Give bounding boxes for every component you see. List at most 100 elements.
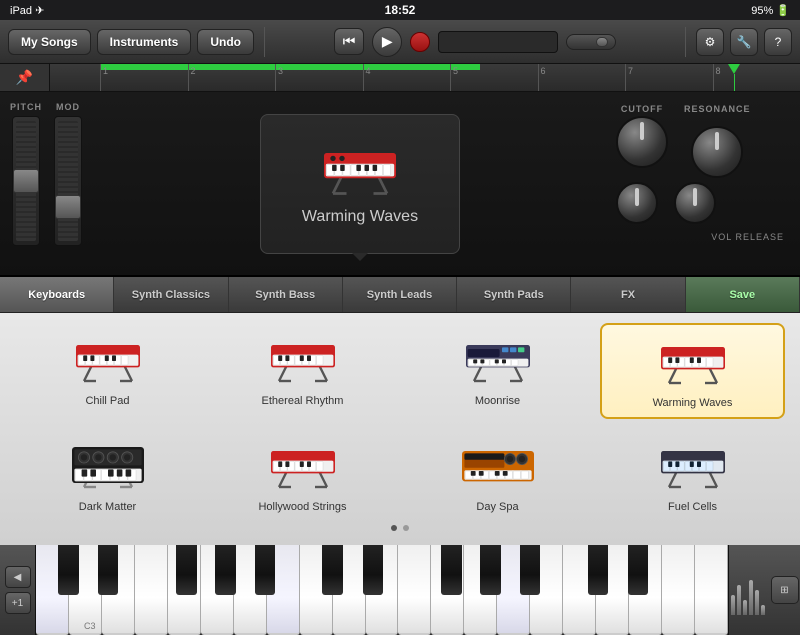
key-gs3[interactable] xyxy=(215,545,236,595)
dark-matter-icon xyxy=(68,438,148,496)
track-header: 📌 xyxy=(0,64,50,91)
instrument-browser: Chill Pad xyxy=(0,313,800,545)
octave-down-button[interactable]: ◀ xyxy=(5,566,31,588)
vel-bar-3 xyxy=(743,600,747,615)
tab-keyboards[interactable]: Keyboards xyxy=(0,277,114,312)
key-f3[interactable] xyxy=(135,545,168,635)
instrument-hollywood-strings[interactable]: Hollywood Strings xyxy=(210,429,395,521)
record-button[interactable] xyxy=(410,32,430,52)
browser-tabs: Keyboards Synth Classics Synth Bass Synt… xyxy=(0,277,800,313)
browser-inner: Chill Pad xyxy=(0,313,800,545)
piano-keys[interactable]: C3 xyxy=(36,545,728,635)
vel-bar-4 xyxy=(749,580,753,615)
key-ds5[interactable] xyxy=(628,545,649,595)
toolbar-right: ⚙ 🔧 ? xyxy=(681,27,792,57)
tab-synth-bass[interactable]: Synth Bass xyxy=(229,277,343,312)
right-controls: CUTOFF RESONANCE VOL RELEASE xyxy=(600,92,800,275)
mark-3: 3 xyxy=(275,64,363,91)
key-fs4[interactable] xyxy=(441,545,462,595)
status-time: 18:52 xyxy=(385,3,416,17)
key-cs5[interactable] xyxy=(588,545,609,595)
moonrise-label: Moonrise xyxy=(475,395,520,407)
my-songs-button[interactable]: My Songs xyxy=(8,29,91,55)
key-g4[interactable] xyxy=(398,545,431,635)
tab-save[interactable]: Save xyxy=(686,277,800,312)
pagination-dots xyxy=(15,521,785,535)
key-gs4[interactable] xyxy=(480,545,501,595)
master-volume-slider[interactable] xyxy=(566,34,616,50)
key-a5[interactable] xyxy=(662,545,695,635)
tab-synth-pads[interactable]: Synth Pads xyxy=(457,277,571,312)
tab-synth-classics[interactable]: Synth Classics xyxy=(114,277,228,312)
mixer-icon-button[interactable]: ⚙ xyxy=(696,28,724,56)
key-as4[interactable] xyxy=(520,545,541,595)
undo-button[interactable]: Undo xyxy=(197,29,254,55)
toolbar-center: ⏮ ▶ xyxy=(275,27,675,57)
resonance-knob[interactable] xyxy=(691,126,743,178)
tab-fx[interactable]: FX xyxy=(571,277,685,312)
instrument-moonrise[interactable]: Moonrise xyxy=(405,323,590,419)
mod-slider-group: MOD xyxy=(54,102,82,246)
chill-pad-thumb xyxy=(68,331,148,391)
mark-7: 7 xyxy=(625,64,713,91)
ruler-marks: 1 2 3 4 5 6 7 8 xyxy=(100,64,800,91)
separator-2 xyxy=(685,27,686,57)
pitch-slider[interactable] xyxy=(12,116,40,246)
vol-release-label: VOL RELEASE xyxy=(711,232,784,242)
tab-synth-leads[interactable]: Synth Leads xyxy=(343,277,457,312)
pitch-slider-group: PITCH xyxy=(10,102,42,246)
key-ds4[interactable] xyxy=(363,545,384,595)
hollywood-strings-label: Hollywood Strings xyxy=(258,501,346,513)
mark-1: 1 xyxy=(100,64,188,91)
vel-bar-5 xyxy=(755,590,759,615)
resonance-group: RESONANCE xyxy=(684,104,751,168)
instrument-dark-matter[interactable]: Dark Matter xyxy=(15,429,200,521)
instrument-warming-waves[interactable]: Warming Waves xyxy=(600,323,785,419)
current-instrument-name: Warming Waves xyxy=(302,208,418,226)
dark-matter-label: Dark Matter xyxy=(79,501,136,513)
knob-4[interactable] xyxy=(674,182,716,224)
warming-waves-icon xyxy=(653,334,733,392)
wrench-icon-button[interactable]: 🔧 xyxy=(730,28,758,56)
playhead-triangle xyxy=(728,64,740,74)
key-cs4[interactable] xyxy=(322,545,343,595)
dot-2[interactable] xyxy=(403,525,409,531)
dot-1[interactable] xyxy=(391,525,397,531)
piano-area: ◀ +1 xyxy=(0,545,800,635)
key-fs3[interactable] xyxy=(176,545,197,595)
instrument-day-spa[interactable]: Day Spa xyxy=(405,429,590,521)
hollywood-strings-icon xyxy=(263,438,343,496)
instrument-display: Warming Waves xyxy=(120,92,600,275)
vel-bar-2 xyxy=(737,585,741,615)
knobs-top-row: CUTOFF RESONANCE xyxy=(616,104,784,168)
timeline-ruler[interactable]: 1 2 3 4 5 6 7 8 xyxy=(50,64,800,91)
key-cs3[interactable] xyxy=(58,545,79,595)
day-spa-label: Day Spa xyxy=(476,501,518,513)
mark-2: 2 xyxy=(188,64,276,91)
piano-side-left: ◀ +1 xyxy=(0,545,36,635)
cutoff-knob[interactable] xyxy=(616,116,668,168)
mark-5: 5 xyxy=(450,64,538,91)
chill-pad-label: Chill Pad xyxy=(85,395,129,407)
mod-slider[interactable] xyxy=(54,116,82,246)
instrument-fuel-cells[interactable]: Fuel Cells xyxy=(600,429,785,521)
instrument-ethereal-rhythm[interactable]: Ethereal Rhythm xyxy=(210,323,395,419)
instrument-chill-pad[interactable]: Chill Pad xyxy=(15,323,200,419)
cutoff-label: CUTOFF xyxy=(621,104,663,114)
key-ds3[interactable] xyxy=(98,545,119,595)
vel-bar-1 xyxy=(731,595,735,615)
octave-plus-button[interactable]: +1 xyxy=(5,592,31,614)
help-icon-button[interactable]: ? xyxy=(764,28,792,56)
knob-3[interactable] xyxy=(616,182,658,224)
rewind-button[interactable]: ⏮ xyxy=(334,28,365,55)
left-controls: PITCH MOD xyxy=(0,92,120,275)
key-as3[interactable] xyxy=(255,545,276,595)
key-b5[interactable] xyxy=(695,545,728,635)
c3-label: C3 xyxy=(84,621,96,631)
plus-one-label: +1 xyxy=(12,598,23,609)
play-button[interactable]: ▶ xyxy=(372,27,402,57)
fuel-cells-thumb xyxy=(653,437,733,497)
lcd-display xyxy=(438,31,558,53)
instruments-button[interactable]: Instruments xyxy=(97,29,192,55)
mark-4: 4 xyxy=(363,64,451,91)
